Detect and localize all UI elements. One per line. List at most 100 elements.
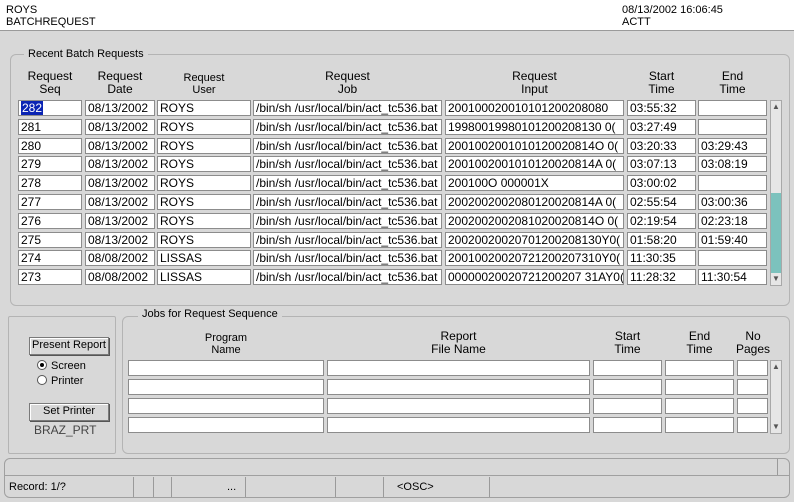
batch-cell-date[interactable]: 08/13/2002	[85, 175, 155, 191]
scrollbar-thumb[interactable]	[771, 193, 781, 273]
batch-cell-end[interactable]: 03:29:43	[698, 138, 767, 154]
batch-cell-start[interactable]: 03:55:32	[627, 100, 696, 116]
batch-cell-user[interactable]: ROYS	[157, 138, 251, 154]
jobs-cell-start[interactable]	[593, 398, 662, 414]
jobs-cell-end[interactable]	[665, 379, 734, 395]
batch-cell-seq[interactable]: 278	[18, 175, 82, 191]
batch-cell-start[interactable]: 03:20:33	[627, 138, 696, 154]
batch-cell-user[interactable]: ROYS	[157, 100, 251, 116]
jobs-cell-report[interactable]	[327, 417, 590, 433]
batch-cell-user[interactable]: ROYS	[157, 213, 251, 229]
batch-cell-start[interactable]: 03:27:49	[627, 119, 696, 135]
batch-cell-start[interactable]: 11:30:35	[627, 250, 696, 266]
batch-cell-seq[interactable]: 279	[18, 156, 82, 172]
batch-cell-end[interactable]: 11:30:54	[698, 269, 767, 285]
jobs-cell-end[interactable]	[665, 398, 734, 414]
batch-cell-start[interactable]: 03:00:02	[627, 175, 696, 191]
present-report-button[interactable]: Present Report	[29, 337, 109, 355]
batch-cell-user[interactable]: ROYS	[157, 194, 251, 210]
batch-cell-date[interactable]: 08/13/2002	[85, 156, 155, 172]
batch-cell-end[interactable]	[698, 100, 767, 116]
batch-cell-input[interactable]: 00000020020721200207 31AY0(	[445, 269, 624, 285]
jobs-cell-report[interactable]	[327, 398, 590, 414]
scroll-up-icon[interactable]: ▲	[771, 101, 781, 113]
batch-cell-user[interactable]: ROYS	[157, 156, 251, 172]
batch-cell-date[interactable]: 08/13/2002	[85, 232, 155, 248]
batch-cell-input[interactable]: 2001002001010120020814O 0(	[445, 138, 624, 154]
batch-cell-end[interactable]: 03:08:19	[698, 156, 767, 172]
batch-cell-input[interactable]: 200100O 000001X	[445, 175, 624, 191]
batch-cell-input[interactable]: 2001002001010120020814A 0(	[445, 156, 624, 172]
batch-cell-start[interactable]: 01:58:20	[627, 232, 696, 248]
scroll-down-icon[interactable]: ▼	[771, 421, 781, 433]
batch-cell-job[interactable]: /bin/sh /usr/local/bin/act_tc536.bat	[253, 213, 442, 229]
batch-cell-start[interactable]: 03:07:13	[627, 156, 696, 172]
jobs-cell-pages[interactable]	[737, 398, 768, 414]
batch-cell-date[interactable]: 08/08/2002	[85, 269, 155, 285]
batch-cell-seq[interactable]: 282	[18, 100, 82, 116]
batch-scrollbar[interactable]: ▲ ▼	[770, 100, 782, 286]
jobs-cell-pages[interactable]	[737, 379, 768, 395]
jobs-cell-pages[interactable]	[737, 360, 768, 376]
batch-cell-job[interactable]: /bin/sh /usr/local/bin/act_tc536.bat	[253, 138, 442, 154]
batch-cell-job[interactable]: /bin/sh /usr/local/bin/act_tc536.bat	[253, 232, 442, 248]
batch-cell-job[interactable]: /bin/sh /usr/local/bin/act_tc536.bat	[253, 100, 442, 116]
jobs-cell-end[interactable]	[665, 360, 734, 376]
batch-cell-start[interactable]: 02:19:54	[627, 213, 696, 229]
batch-cell-start[interactable]: 02:55:54	[627, 194, 696, 210]
batch-cell-input[interactable]: 200100020010101200208080	[445, 100, 624, 116]
batch-cell-user[interactable]: ROYS	[157, 119, 251, 135]
batch-cell-input[interactable]: 19980019980101200208130 0(	[445, 119, 624, 135]
batch-cell-job[interactable]: /bin/sh /usr/local/bin/act_tc536.bat	[253, 269, 442, 285]
batch-cell-end[interactable]	[698, 175, 767, 191]
jobs-cell-report[interactable]	[327, 379, 590, 395]
batch-cell-input[interactable]: 20010020020721200207310Y0(	[445, 250, 624, 266]
set-printer-button[interactable]: Set Printer	[29, 403, 109, 421]
batch-cell-input[interactable]: 2002002002081020020814O 0(	[445, 213, 624, 229]
batch-cell-seq[interactable]: 280	[18, 138, 82, 154]
jobs-cell-pages[interactable]	[737, 417, 768, 433]
batch-cell-seq[interactable]: 276	[18, 213, 82, 229]
batch-cell-job[interactable]: /bin/sh /usr/local/bin/act_tc536.bat	[253, 175, 442, 191]
jobs-cell-start[interactable]	[593, 360, 662, 376]
batch-cell-job[interactable]: /bin/sh /usr/local/bin/act_tc536.bat	[253, 250, 442, 266]
batch-cell-end[interactable]: 02:23:18	[698, 213, 767, 229]
batch-cell-date[interactable]: 08/13/2002	[85, 138, 155, 154]
batch-cell-start[interactable]: 11:28:32	[627, 269, 696, 285]
batch-cell-input[interactable]: 2002002002080120020814A 0(	[445, 194, 624, 210]
batch-cell-end[interactable]: 03:00:36	[698, 194, 767, 210]
jobs-scrollbar[interactable]: ▲ ▼	[770, 360, 782, 434]
printer-radio[interactable]: Printer	[37, 375, 83, 387]
jobs-cell-start[interactable]	[593, 379, 662, 395]
batch-cell-user[interactable]: ROYS	[157, 232, 251, 248]
scroll-up-icon[interactable]: ▲	[771, 361, 781, 373]
jobs-cell-program[interactable]	[128, 360, 324, 376]
batch-cell-date[interactable]: 08/13/2002	[85, 194, 155, 210]
batch-cell-input[interactable]: 20020020020701200208130Y0(	[445, 232, 624, 248]
jobs-cell-program[interactable]	[128, 417, 324, 433]
batch-cell-end[interactable]	[698, 250, 767, 266]
batch-cell-seq[interactable]: 275	[18, 232, 82, 248]
batch-cell-date[interactable]: 08/08/2002	[85, 250, 155, 266]
batch-cell-user[interactable]: LISSAS	[157, 250, 251, 266]
batch-cell-end[interactable]: 01:59:40	[698, 232, 767, 248]
jobs-cell-start[interactable]	[593, 417, 662, 433]
batch-cell-date[interactable]: 08/13/2002	[85, 213, 155, 229]
batch-cell-date[interactable]: 08/13/2002	[85, 100, 155, 116]
scroll-down-icon[interactable]: ▼	[771, 273, 781, 285]
batch-cell-job[interactable]: /bin/sh /usr/local/bin/act_tc536.bat	[253, 119, 442, 135]
jobs-cell-report[interactable]	[327, 360, 590, 376]
batch-cell-date[interactable]: 08/13/2002	[85, 119, 155, 135]
batch-cell-seq[interactable]: 273	[18, 269, 82, 285]
batch-cell-user[interactable]: ROYS	[157, 175, 251, 191]
batch-cell-seq[interactable]: 274	[18, 250, 82, 266]
screen-radio[interactable]: Screen	[37, 360, 86, 372]
jobs-cell-end[interactable]	[665, 417, 734, 433]
batch-cell-job[interactable]: /bin/sh /usr/local/bin/act_tc536.bat	[253, 156, 442, 172]
batch-cell-seq[interactable]: 277	[18, 194, 82, 210]
batch-cell-job[interactable]: /bin/sh /usr/local/bin/act_tc536.bat	[253, 194, 442, 210]
jobs-cell-program[interactable]	[128, 398, 324, 414]
batch-cell-seq[interactable]: 281	[18, 119, 82, 135]
batch-cell-end[interactable]	[698, 119, 767, 135]
batch-cell-user[interactable]: LISSAS	[157, 269, 251, 285]
